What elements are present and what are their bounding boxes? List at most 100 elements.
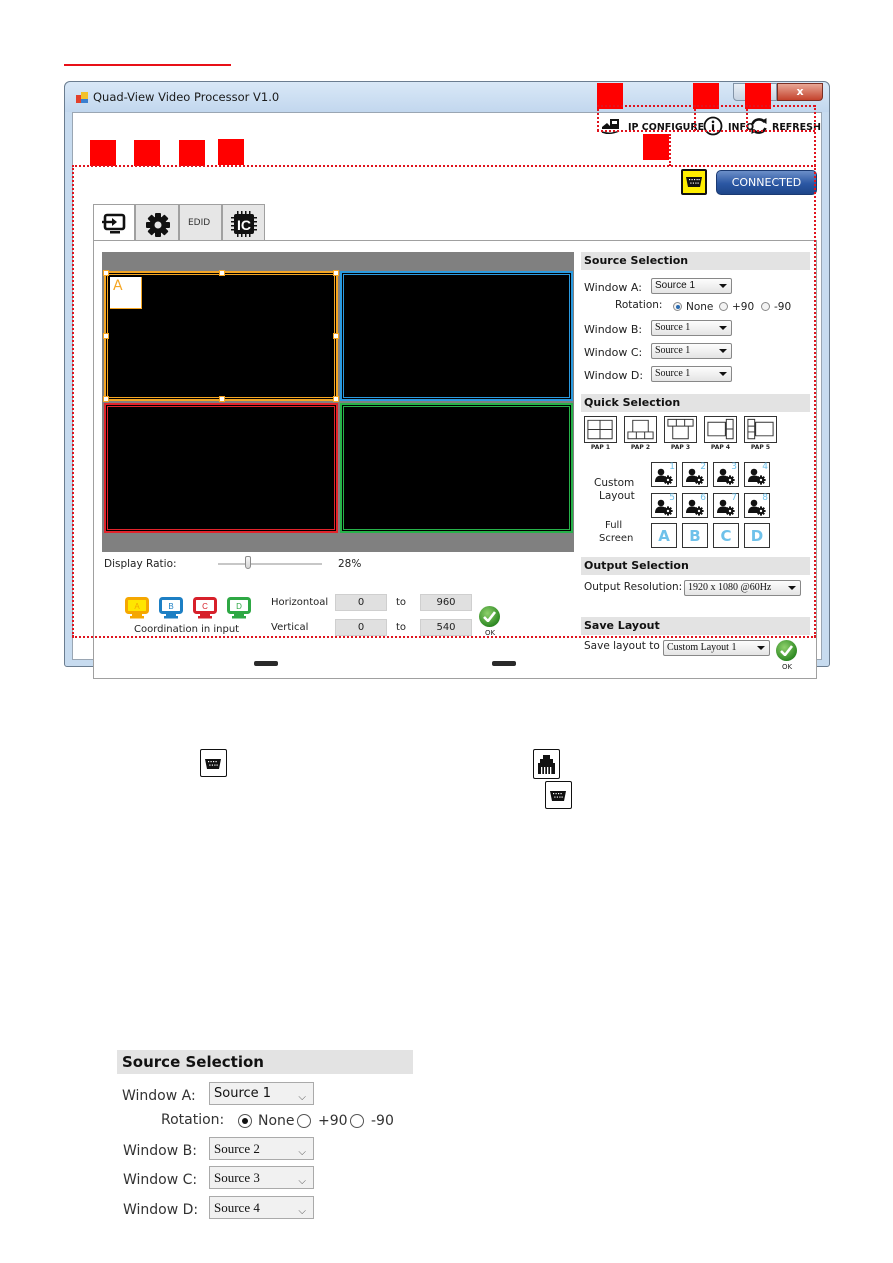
full-screen-button-b[interactable]: B: [682, 523, 708, 548]
custom-layout-button-8[interactable]: 8: [744, 493, 770, 518]
zoomed-window-a-select[interactable]: Source 1 ⌵: [209, 1082, 314, 1105]
resize-handle[interactable]: [333, 333, 339, 339]
window-d-select[interactable]: Source 1: [651, 366, 732, 382]
layout-preset-icon: [587, 419, 613, 440]
connection-mode-button[interactable]: [681, 169, 707, 195]
zoomed-window-b-value: Source 2: [214, 1141, 260, 1156]
pap-preset-label: PAP 3: [670, 444, 691, 451]
callout-frame: [669, 134, 671, 166]
horizontal-from-field[interactable]: 0: [335, 594, 387, 611]
resize-handle[interactable]: [219, 270, 225, 276]
rotation-minus90-radio[interactable]: [761, 302, 770, 311]
zoomed-window-d-value: Source 4: [214, 1200, 260, 1215]
custom-layout-button-6[interactable]: 6: [682, 493, 708, 518]
pap-preset-button-2[interactable]: [624, 416, 657, 443]
serial-port-icon: [200, 749, 227, 777]
preview-window-a[interactable]: A: [103, 270, 339, 402]
resize-handle[interactable]: [103, 396, 109, 402]
display-ratio-slider-thumb[interactable]: [245, 556, 252, 569]
tab-edid-label: EDID: [188, 218, 211, 228]
ip-configure-icon[interactable]: [600, 118, 622, 136]
window-c-select-value: Source 1: [655, 345, 691, 356]
pap-preset-label: PAP 2: [630, 444, 651, 451]
resize-handle[interactable]: [103, 333, 109, 339]
zoomed-rotation-none-radio[interactable]: [238, 1114, 252, 1128]
display-ratio-slider[interactable]: [218, 563, 322, 566]
custom-layout-label: Custom: [594, 477, 635, 489]
resize-handle[interactable]: [219, 396, 225, 402]
preview-window-c[interactable]: [104, 403, 338, 533]
resize-handle[interactable]: [333, 270, 339, 276]
chevron-down-icon: ⌵: [298, 1206, 306, 1217]
window-c-label: Window C:: [584, 346, 643, 359]
layout-preview: A: [102, 252, 574, 552]
custom-layout-button-7[interactable]: 7: [713, 493, 739, 518]
vertical-to-field[interactable]: 540: [420, 619, 472, 636]
coordination-monitor-c[interactable]: C: [193, 597, 217, 619]
close-button[interactable]: x: [777, 83, 823, 101]
callout-marker: [643, 134, 669, 160]
pap-preset-button-1[interactable]: [584, 416, 617, 443]
layout-preset-icon: [707, 418, 734, 440]
pap-preset-button-4[interactable]: [704, 416, 737, 443]
custom-layout-button-4[interactable]: 4: [744, 462, 770, 487]
callout-marker: [134, 140, 160, 166]
window-b-select[interactable]: Source 1: [651, 320, 732, 336]
custom-layout-number: 8: [762, 493, 768, 503]
tab-edid[interactable]: EDID: [179, 204, 222, 241]
window-a-select[interactable]: Source 1: [651, 278, 732, 294]
full-screen-button-c[interactable]: C: [713, 523, 739, 548]
preview-window-d[interactable]: [340, 403, 573, 533]
coordination-monitor-a[interactable]: A: [125, 597, 149, 619]
resize-handle[interactable]: [103, 270, 109, 276]
zoomed-rotation-minus90-radio[interactable]: [350, 1114, 364, 1128]
refresh-icon[interactable]: [749, 116, 769, 136]
chevron-down-icon: [757, 646, 765, 650]
save-layout-select[interactable]: Custom Layout 1: [663, 640, 770, 656]
zoomed-rotation-plus90-radio[interactable]: [297, 1114, 311, 1128]
callout-marker: [218, 139, 244, 165]
input-icon: [102, 213, 126, 234]
tab-settings[interactable]: [135, 204, 179, 241]
rotation-none-label: None: [686, 301, 714, 313]
zoomed-window-a-value: Source 1: [214, 1086, 272, 1101]
custom-layout-button-2[interactable]: 2: [682, 462, 708, 487]
callout-frame: [597, 105, 815, 107]
connected-button[interactable]: CONNECTED: [716, 170, 817, 195]
window-bottom-grip: [254, 661, 278, 666]
full-screen-button-a[interactable]: A: [651, 523, 677, 548]
chevron-down-icon: [788, 586, 796, 590]
full-screen-button-d[interactable]: D: [744, 523, 770, 548]
pap-preset-button-3[interactable]: [664, 416, 697, 443]
zoomed-rotation-none-label: None: [258, 1113, 295, 1129]
pap-preset-button-5[interactable]: [744, 416, 777, 443]
rotation-plus90-radio[interactable]: [719, 302, 728, 311]
zoomed-window-c-select[interactable]: Source 3 ⌵: [209, 1166, 314, 1189]
coordination-caption: Coordination in input: [134, 624, 240, 635]
layout-preset-icon: [667, 418, 694, 440]
zoomed-window-d-select[interactable]: Source 4 ⌵: [209, 1196, 314, 1219]
custom-layout-button-5[interactable]: 5: [651, 493, 677, 518]
info-icon[interactable]: [703, 116, 723, 136]
zoomed-rotation-minus90-label: -90: [371, 1113, 394, 1129]
output-resolution-select[interactable]: 1920 x 1080 @60Hz: [684, 580, 801, 596]
horizontal-to-field[interactable]: 960: [420, 594, 472, 611]
coordination-ok-button[interactable]: [479, 606, 500, 627]
vertical-from-field[interactable]: 0: [335, 619, 387, 636]
tab-ic[interactable]: IC: [222, 204, 265, 241]
coordination-monitor-b[interactable]: B: [159, 597, 183, 619]
tab-input-source[interactable]: [93, 204, 135, 242]
gear-icon: [146, 213, 170, 237]
horizontal-label: Horizontoal: [271, 597, 329, 608]
custom-layout-button-1[interactable]: 1: [651, 462, 677, 487]
custom-layout-button-3[interactable]: 3: [713, 462, 739, 487]
zoomed-window-b-select[interactable]: Source 2 ⌵: [209, 1137, 314, 1160]
display-ratio-label: Display Ratio:: [104, 558, 177, 570]
coordination-monitor-d[interactable]: D: [227, 597, 251, 619]
save-layout-ok-button[interactable]: [776, 640, 797, 661]
resize-handle[interactable]: [333, 396, 339, 402]
preview-window-b[interactable]: [340, 271, 573, 401]
window-c-select[interactable]: Source 1: [651, 343, 732, 359]
callout-marker: [90, 140, 116, 166]
rotation-none-radio[interactable]: [673, 302, 682, 311]
